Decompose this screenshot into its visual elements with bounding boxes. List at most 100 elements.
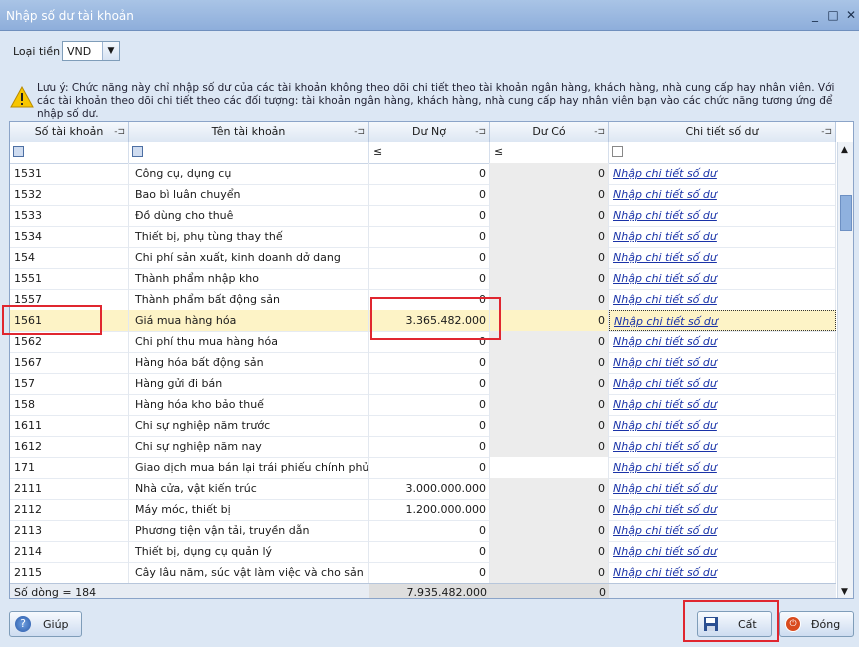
close-button[interactable]: ⏻ Đóng — [779, 611, 854, 637]
table-row[interactable]: 1532 Bao bì luân chuyển 0 0 Nhập chi tiết số… — [10, 184, 836, 206]
account-number-cell[interactable]: 1567 — [10, 352, 129, 373]
account-number-cell[interactable]: 1611 — [10, 415, 129, 436]
detail-link[interactable]: Nhập chi tiết số dư — [613, 524, 717, 537]
debit-cell[interactable]: 0 — [369, 415, 490, 436]
detail-link[interactable]: Nhập chi tiết số dư — [613, 209, 717, 222]
detail-link[interactable]: Nhập chi tiết số dư — [613, 461, 717, 474]
detail-link[interactable]: Nhập chi tiết số dư — [613, 230, 717, 243]
table-row[interactable]: 1612 Chi sự nghiệp năm nay 0 0 Nhập chi tiết… — [10, 436, 836, 458]
account-number-cell[interactable]: 171 — [10, 457, 129, 478]
detail-link-cell[interactable]: Nhập chi tiết số dư — [609, 268, 836, 289]
detail-link-cell[interactable]: Nhập chi tiết số dư — [609, 394, 836, 415]
credit-cell[interactable]: 0 — [490, 373, 609, 394]
account-number-cell[interactable]: 1551 — [10, 268, 129, 289]
account-name-cell[interactable]: Thành phẩm nhập kho — [129, 268, 369, 289]
help-button[interactable]: ? Giúp — [9, 611, 82, 637]
account-number-cell[interactable]: 1534 — [10, 226, 129, 247]
detail-link-cell[interactable]: Nhập chi tiết số dư — [609, 226, 836, 247]
debit-cell[interactable]: 0 — [369, 436, 490, 457]
scroll-down-icon[interactable]: ▼ — [841, 587, 848, 597]
detail-link[interactable]: Nhập chi tiết số dư — [613, 566, 717, 579]
detail-link[interactable]: Nhập chi tiết số dư — [613, 545, 717, 558]
detail-link-cell[interactable]: Nhập chi tiết số dư — [609, 184, 836, 205]
credit-cell[interactable]: 0 — [490, 289, 609, 310]
account-number-cell[interactable]: 154 — [10, 247, 129, 268]
col-account-number[interactable]: Số tài khoản -⊐ — [10, 122, 129, 142]
debit-cell[interactable]: 0 — [369, 394, 490, 415]
detail-link-cell[interactable]: Nhập chi tiết số dư — [609, 541, 836, 562]
col-debit[interactable]: Dư Nợ -⊐ — [369, 122, 490, 142]
account-number-cell[interactable]: 2115 — [10, 562, 129, 583]
filter-name[interactable] — [129, 142, 369, 163]
account-name-cell[interactable]: Hàng hóa bất động sản — [129, 352, 369, 373]
currency-select[interactable]: VND ▼ — [62, 41, 120, 61]
table-row[interactable]: 1562 Chi phí thu mua hàng hóa 0 0 Nhập chi t… — [10, 331, 836, 353]
account-number-cell[interactable]: 2111 — [10, 478, 129, 499]
pin-icon[interactable]: -⊐ — [475, 122, 486, 142]
filter-credit[interactable]: ≤ — [490, 142, 609, 163]
pin-icon[interactable]: -⊐ — [354, 122, 365, 142]
account-number-cell[interactable]: 158 — [10, 394, 129, 415]
account-name-cell[interactable]: Đồ dùng cho thuê — [129, 205, 369, 226]
table-row[interactable]: 2112 Máy móc, thiết bị 1.200.000.000 0 Nhập … — [10, 499, 836, 521]
account-number-cell[interactable]: 1531 — [10, 163, 129, 184]
table-row[interactable]: 1551 Thành phẩm nhập kho 0 0 Nhập chi tiết s… — [10, 268, 836, 290]
table-row[interactable]: 1533 Đồ dùng cho thuê 0 0 Nhập chi tiết số d… — [10, 205, 836, 227]
account-name-cell[interactable]: Cây lâu năm, súc vật làm việc và cho sản… — [129, 562, 369, 583]
account-name-cell[interactable]: Nhà cửa, vật kiến trúc — [129, 478, 369, 499]
debit-cell[interactable]: 0 — [369, 268, 490, 289]
debit-cell[interactable]: 0 — [369, 289, 490, 310]
minimize-icon[interactable]: _ — [807, 7, 823, 23]
table-row[interactable]: 1567 Hàng hóa bất động sản 0 0 Nhập chi tiết… — [10, 352, 836, 374]
filter-icon[interactable] — [612, 146, 623, 157]
detail-link-cell[interactable]: Nhập chi tiết số dư — [609, 457, 836, 478]
account-number-cell[interactable]: 2112 — [10, 499, 129, 520]
detail-link-cell[interactable]: Nhập chi tiết số dư — [609, 289, 836, 310]
account-name-cell[interactable]: Máy móc, thiết bị — [129, 499, 369, 520]
account-name-cell[interactable]: Thiết bị, dụng cụ quản lý — [129, 541, 369, 562]
credit-cell[interactable]: 0 — [490, 205, 609, 226]
credit-cell[interactable]: 0 — [490, 394, 609, 415]
detail-link[interactable]: Nhập chi tiết số dư — [614, 315, 718, 328]
account-number-cell[interactable]: 2114 — [10, 541, 129, 562]
detail-link-cell[interactable]: Nhập chi tiết số dư — [609, 520, 836, 541]
account-name-cell[interactable]: Phương tiện vận tải, truyền dẫn — [129, 520, 369, 541]
detail-link[interactable]: Nhập chi tiết số dư — [613, 419, 717, 432]
table-row[interactable]: 2111 Nhà cửa, vật kiến trúc 3.000.000.000 0… — [10, 478, 836, 500]
debit-cell[interactable]: 3.365.482.000 — [369, 310, 490, 331]
filter-debit[interactable]: ≤ — [369, 142, 490, 163]
credit-cell[interactable]: 0 — [490, 352, 609, 373]
detail-link[interactable]: Nhập chi tiết số dư — [613, 293, 717, 306]
table-row[interactable]: 154 Chi phí sản xuất, kinh doanh dở dang 0… — [10, 247, 836, 269]
chevron-down-icon[interactable]: ▼ — [102, 42, 119, 60]
detail-link-cell[interactable]: Nhập chi tiết số dư — [609, 352, 836, 373]
credit-cell[interactable]: 0 — [490, 415, 609, 436]
account-name-cell[interactable]: Chi phí sản xuất, kinh doanh dở dang — [129, 247, 369, 268]
table-row[interactable]: 1557 Thành phẩm bất động sản 0 0 Nhập chi ti… — [10, 289, 836, 311]
vertical-scrollbar[interactable]: ▲ ▼ — [837, 142, 853, 598]
credit-cell[interactable]: 0 — [490, 310, 609, 331]
account-number-cell[interactable]: 2113 — [10, 520, 129, 541]
detail-link[interactable]: Nhập chi tiết số dư — [613, 188, 717, 201]
account-name-cell[interactable]: Chi phí thu mua hàng hóa — [129, 331, 369, 352]
pin-icon[interactable]: -⊐ — [594, 122, 605, 142]
credit-cell[interactable]: 0 — [490, 478, 609, 499]
account-name-cell[interactable]: Chi sự nghiệp năm nay — [129, 436, 369, 457]
account-number-cell[interactable]: 157 — [10, 373, 129, 394]
account-number-cell[interactable]: 1532 — [10, 184, 129, 205]
col-credit[interactable]: Dư Có -⊐ — [490, 122, 609, 142]
credit-cell[interactable] — [490, 457, 609, 478]
detail-link-cell[interactable]: Nhập chi tiết số dư — [609, 310, 836, 331]
credit-cell[interactable]: 0 — [490, 520, 609, 541]
account-name-cell[interactable]: Giá mua hàng hóa — [129, 310, 369, 331]
scroll-up-icon[interactable]: ▲ — [841, 145, 848, 155]
credit-cell[interactable]: 0 — [490, 436, 609, 457]
detail-link-cell[interactable]: Nhập chi tiết số dư — [609, 163, 836, 184]
close-icon[interactable]: ✕ — [843, 7, 859, 23]
table-row[interactable]: 2115 Cây lâu năm, súc vật làm việc và cho… — [10, 562, 836, 584]
credit-cell[interactable]: 0 — [490, 226, 609, 247]
detail-link[interactable]: Nhập chi tiết số dư — [613, 482, 717, 495]
pin-icon[interactable]: -⊐ — [114, 122, 125, 142]
debit-cell[interactable]: 0 — [369, 373, 490, 394]
filter-icon[interactable] — [13, 146, 24, 157]
